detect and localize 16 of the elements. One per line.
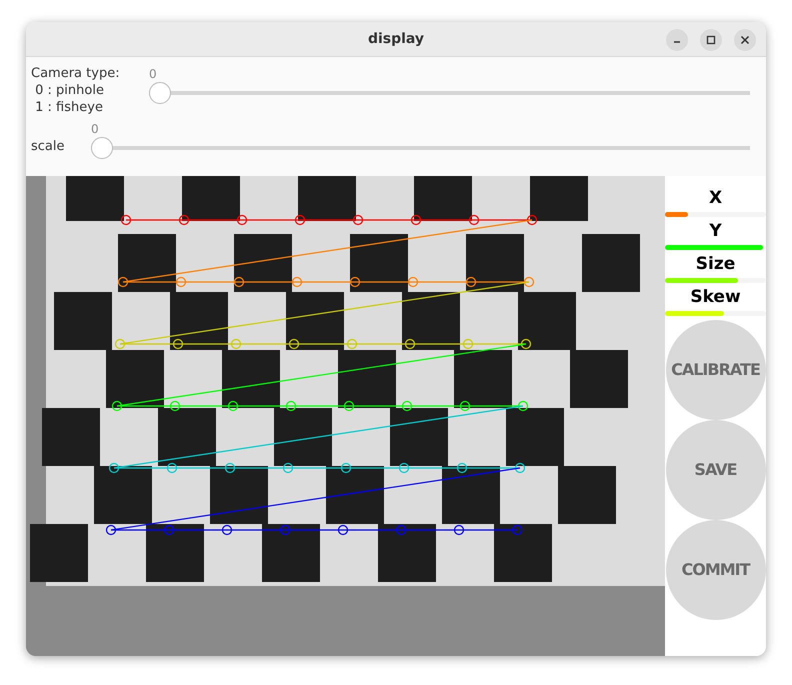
trackbar-value: 0 (149, 66, 157, 81)
maximize-icon (706, 35, 716, 45)
minimize-button[interactable] (666, 29, 688, 51)
close-icon (740, 35, 750, 45)
maximize-button[interactable] (700, 29, 722, 51)
slider-thumb[interactable] (91, 137, 113, 159)
trackbar-label: scale (31, 138, 66, 155)
progress-label: X (708, 188, 722, 208)
window-title: display (368, 30, 424, 48)
close-button[interactable] (734, 29, 756, 51)
progress-label: Size (696, 254, 736, 274)
trackbar-label: Camera type: 0 : pinhole 1 : fisheye (31, 65, 121, 116)
progress-label: Skew (690, 287, 741, 307)
slider-thumb[interactable] (149, 82, 171, 104)
trackbar-value: 0 (91, 121, 99, 136)
progress-label: Y (709, 221, 722, 241)
